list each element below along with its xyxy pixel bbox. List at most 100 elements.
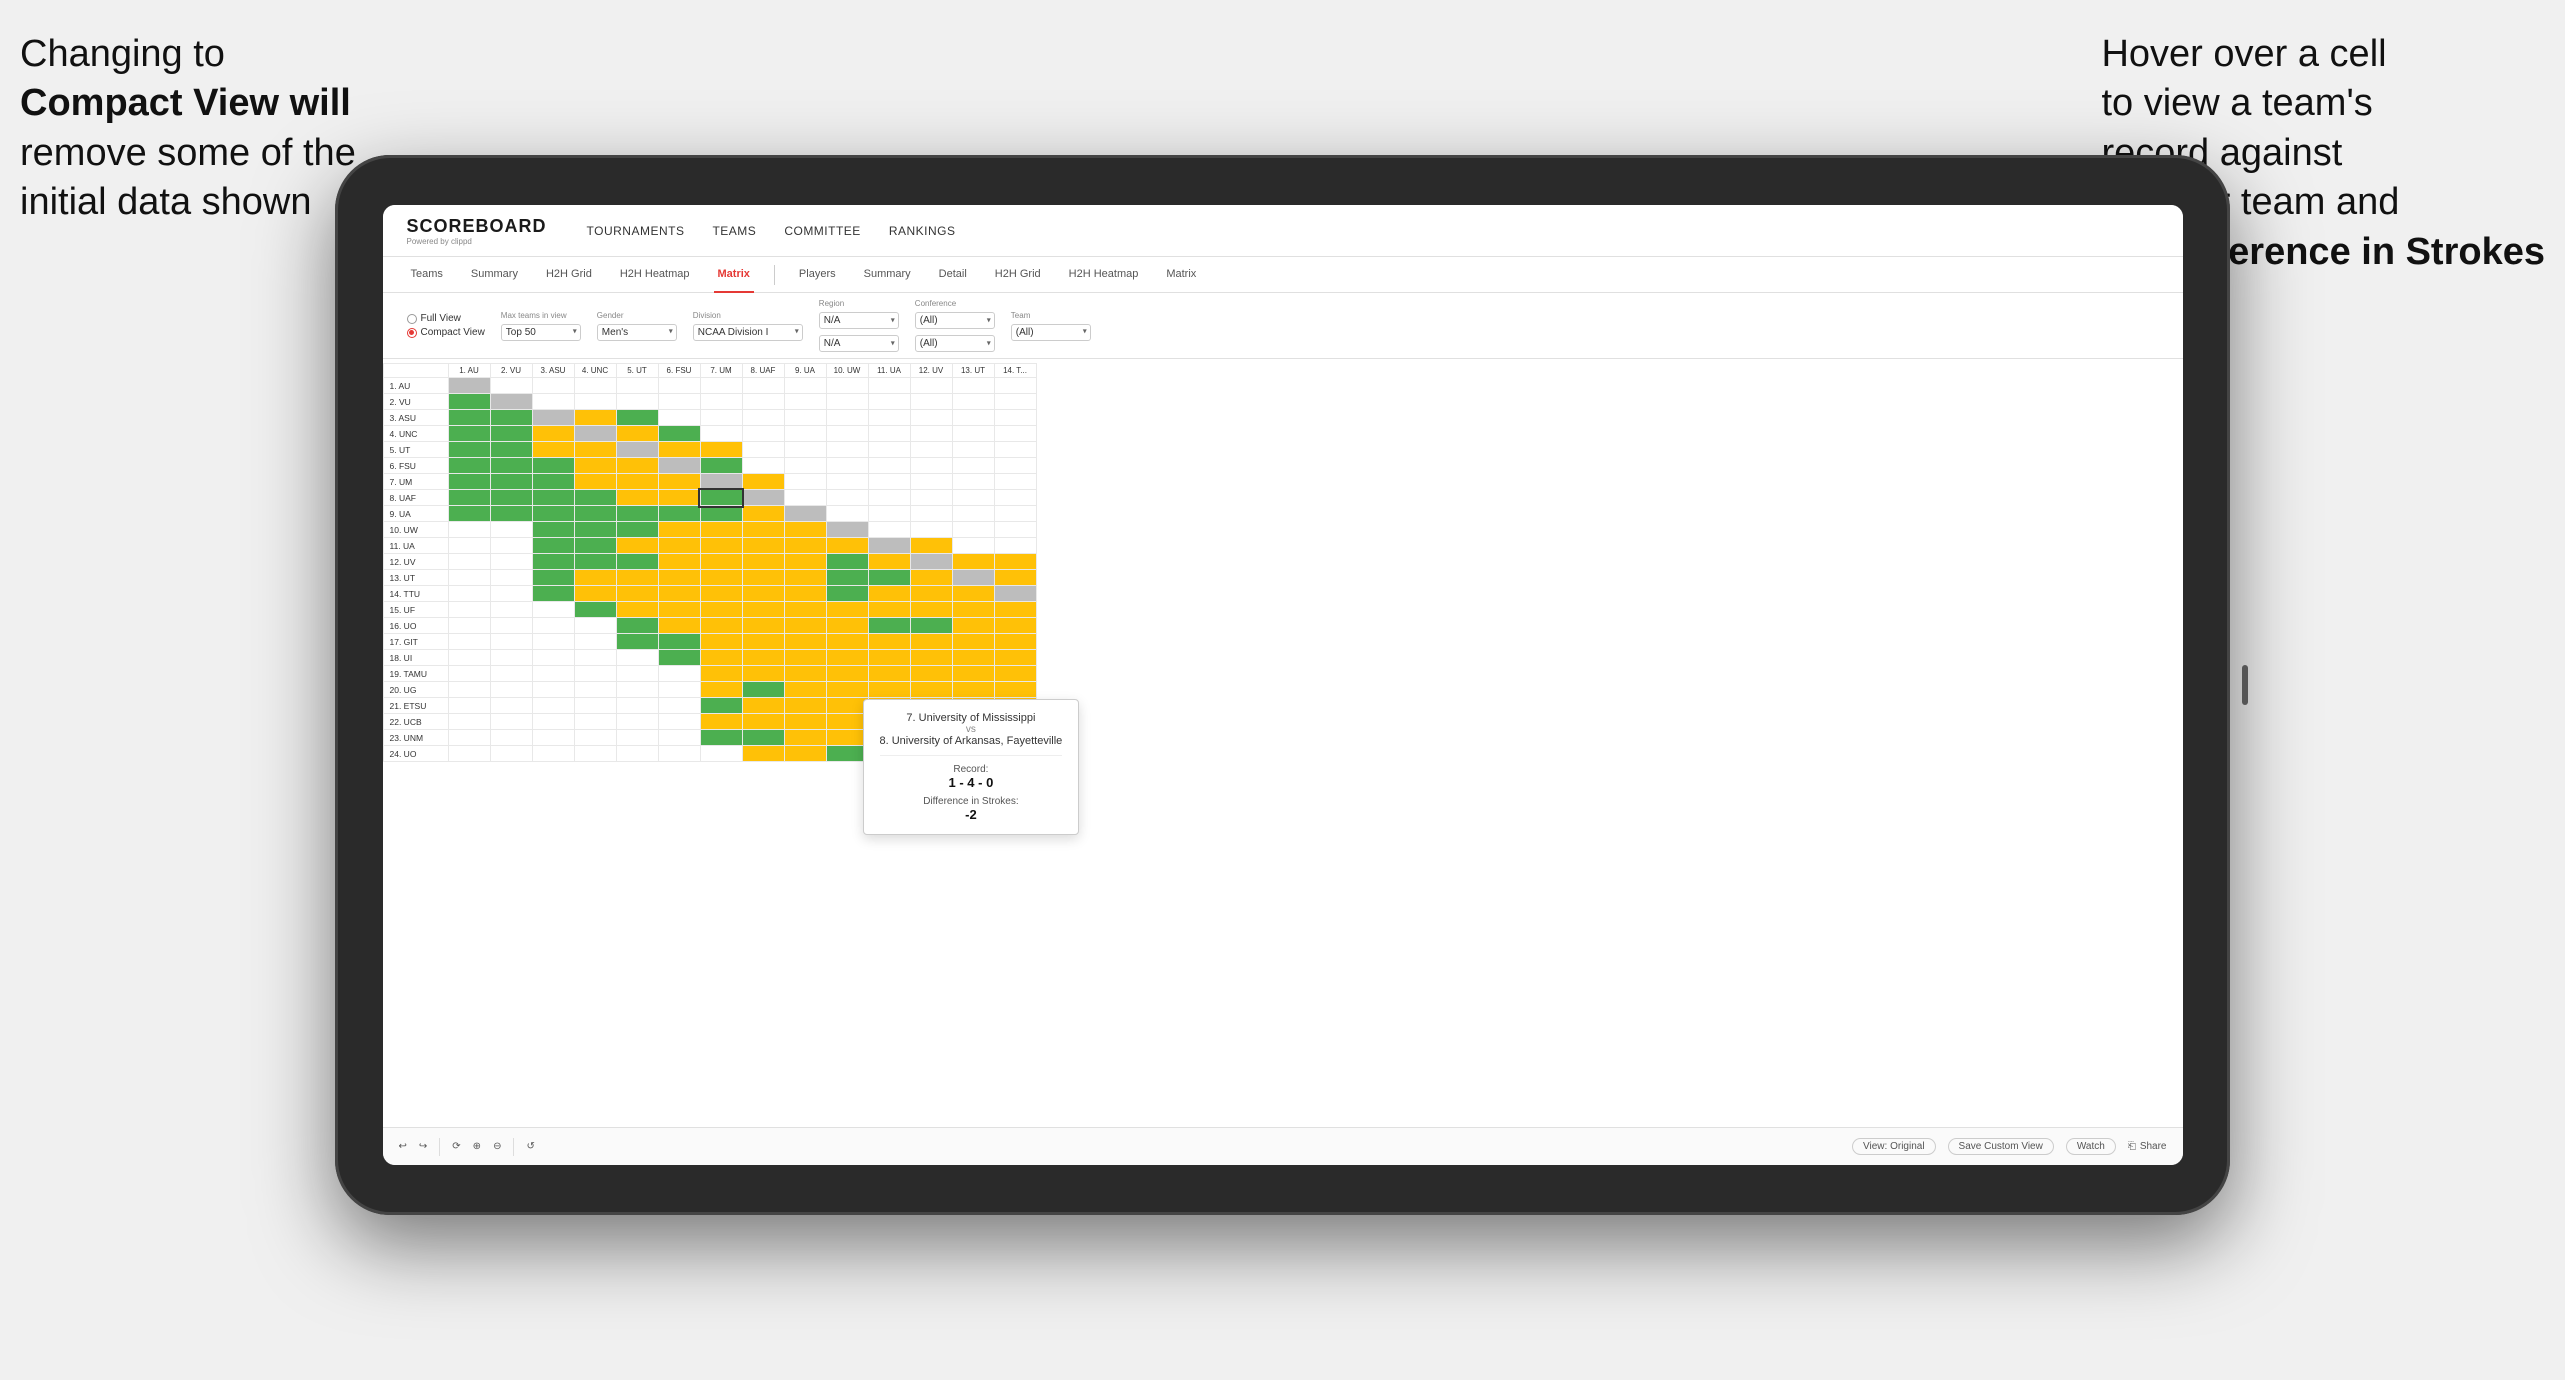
- cell-17-1[interactable]: [448, 634, 490, 650]
- tab-h2h-grid[interactable]: H2H Grid: [542, 257, 596, 293]
- cell-17-8[interactable]: [742, 634, 784, 650]
- cell-19-1[interactable]: [448, 666, 490, 682]
- cell-18-8[interactable]: [742, 650, 784, 666]
- cell-15-13[interactable]: [952, 602, 994, 618]
- tab-summary[interactable]: Summary: [467, 257, 522, 293]
- cell-17-14[interactable]: [994, 634, 1036, 650]
- cell-12-7[interactable]: [700, 554, 742, 570]
- cell-2-1[interactable]: [448, 394, 490, 410]
- cell-7-5[interactable]: [616, 474, 658, 490]
- cell-9-13[interactable]: [952, 506, 994, 522]
- watch-button[interactable]: Watch: [2066, 1138, 2116, 1155]
- cell-10-1[interactable]: [448, 522, 490, 538]
- tab-matrix-left[interactable]: Matrix: [714, 257, 754, 293]
- cell-12-12[interactable]: [910, 554, 952, 570]
- cell-17-5[interactable]: [616, 634, 658, 650]
- cell-11-1[interactable]: [448, 538, 490, 554]
- cell-7-6[interactable]: [658, 474, 700, 490]
- cell-18-1[interactable]: [448, 650, 490, 666]
- cell-18-3[interactable]: [532, 650, 574, 666]
- cell-13-4[interactable]: [574, 570, 616, 586]
- cell-18-2[interactable]: [490, 650, 532, 666]
- cell-12-2[interactable]: [490, 554, 532, 570]
- cell-20-11[interactable]: [868, 682, 910, 698]
- cell-22-5[interactable]: [616, 714, 658, 730]
- cell-4-14[interactable]: [994, 426, 1036, 442]
- cell-20-2[interactable]: [490, 682, 532, 698]
- cell-6-1[interactable]: [448, 458, 490, 474]
- cell-2-6[interactable]: [658, 394, 700, 410]
- cell-5-11[interactable]: [868, 442, 910, 458]
- cell-5-1[interactable]: [448, 442, 490, 458]
- cell-11-13[interactable]: [952, 538, 994, 554]
- cell-22-2[interactable]: [490, 714, 532, 730]
- cell-8-5[interactable]: [616, 490, 658, 506]
- cell-22-10[interactable]: [826, 714, 868, 730]
- cell-4-12[interactable]: [910, 426, 952, 442]
- cell-14-5[interactable]: [616, 586, 658, 602]
- cell-11-6[interactable]: [658, 538, 700, 554]
- cell-20-4[interactable]: [574, 682, 616, 698]
- cell-20-3[interactable]: [532, 682, 574, 698]
- cell-4-4[interactable]: [574, 426, 616, 442]
- cell-1-6[interactable]: [658, 378, 700, 394]
- cell-5-7[interactable]: [700, 442, 742, 458]
- cell-3-10[interactable]: [826, 410, 868, 426]
- cell-6-14[interactable]: [994, 458, 1036, 474]
- cell-19-12[interactable]: [910, 666, 952, 682]
- cell-8-2[interactable]: [490, 490, 532, 506]
- cell-6-10[interactable]: [826, 458, 868, 474]
- cell-15-4[interactable]: [574, 602, 616, 618]
- cell-14-14[interactable]: [994, 586, 1036, 602]
- cell-4-5[interactable]: [616, 426, 658, 442]
- cell-24-5[interactable]: [616, 746, 658, 762]
- cell-21-2[interactable]: [490, 698, 532, 714]
- nav-teams[interactable]: TEAMS: [712, 224, 756, 238]
- cell-3-8[interactable]: [742, 410, 784, 426]
- tab-players[interactable]: Players: [795, 257, 840, 293]
- cell-3-12[interactable]: [910, 410, 952, 426]
- cell-3-14[interactable]: [994, 410, 1036, 426]
- cell-24-4[interactable]: [574, 746, 616, 762]
- cell-16-12[interactable]: [910, 618, 952, 634]
- team-select[interactable]: (All): [1011, 324, 1091, 341]
- cell-23-7[interactable]: [700, 730, 742, 746]
- cell-19-9[interactable]: [784, 666, 826, 682]
- cell-8-14[interactable]: [994, 490, 1036, 506]
- cell-24-1[interactable]: [448, 746, 490, 762]
- cell-17-7[interactable]: [700, 634, 742, 650]
- cell-17-13[interactable]: [952, 634, 994, 650]
- cell-11-4[interactable]: [574, 538, 616, 554]
- cell-1-11[interactable]: [868, 378, 910, 394]
- cell-11-8[interactable]: [742, 538, 784, 554]
- cell-24-2[interactable]: [490, 746, 532, 762]
- cell-1-8[interactable]: [742, 378, 784, 394]
- cell-14-7[interactable]: [700, 586, 742, 602]
- compact-view-radio[interactable]: Compact View: [407, 327, 485, 338]
- conference-select2[interactable]: (All): [915, 335, 995, 352]
- cell-2-14[interactable]: [994, 394, 1036, 410]
- cell-23-2[interactable]: [490, 730, 532, 746]
- cell-15-11[interactable]: [868, 602, 910, 618]
- cell-15-5[interactable]: [616, 602, 658, 618]
- cell-16-14[interactable]: [994, 618, 1036, 634]
- save-custom-button[interactable]: Save Custom View: [1948, 1138, 2054, 1155]
- cell-5-4[interactable]: [574, 442, 616, 458]
- cell-20-9[interactable]: [784, 682, 826, 698]
- cell-21-3[interactable]: [532, 698, 574, 714]
- cell-4-1[interactable]: [448, 426, 490, 442]
- cell-3-2[interactable]: [490, 410, 532, 426]
- cell-19-7[interactable]: [700, 666, 742, 682]
- reset-button[interactable]: ↺: [526, 1141, 534, 1152]
- cell-22-3[interactable]: [532, 714, 574, 730]
- cell-2-11[interactable]: [868, 394, 910, 410]
- region-select[interactable]: N/A: [819, 312, 899, 329]
- gender-select[interactable]: Men's Women's: [597, 324, 677, 341]
- cell-11-10[interactable]: [826, 538, 868, 554]
- cell-23-8[interactable]: [742, 730, 784, 746]
- cell-5-8[interactable]: [742, 442, 784, 458]
- cell-8-4[interactable]: [574, 490, 616, 506]
- cell-10-4[interactable]: [574, 522, 616, 538]
- cell-18-10[interactable]: [826, 650, 868, 666]
- cell-16-7[interactable]: [700, 618, 742, 634]
